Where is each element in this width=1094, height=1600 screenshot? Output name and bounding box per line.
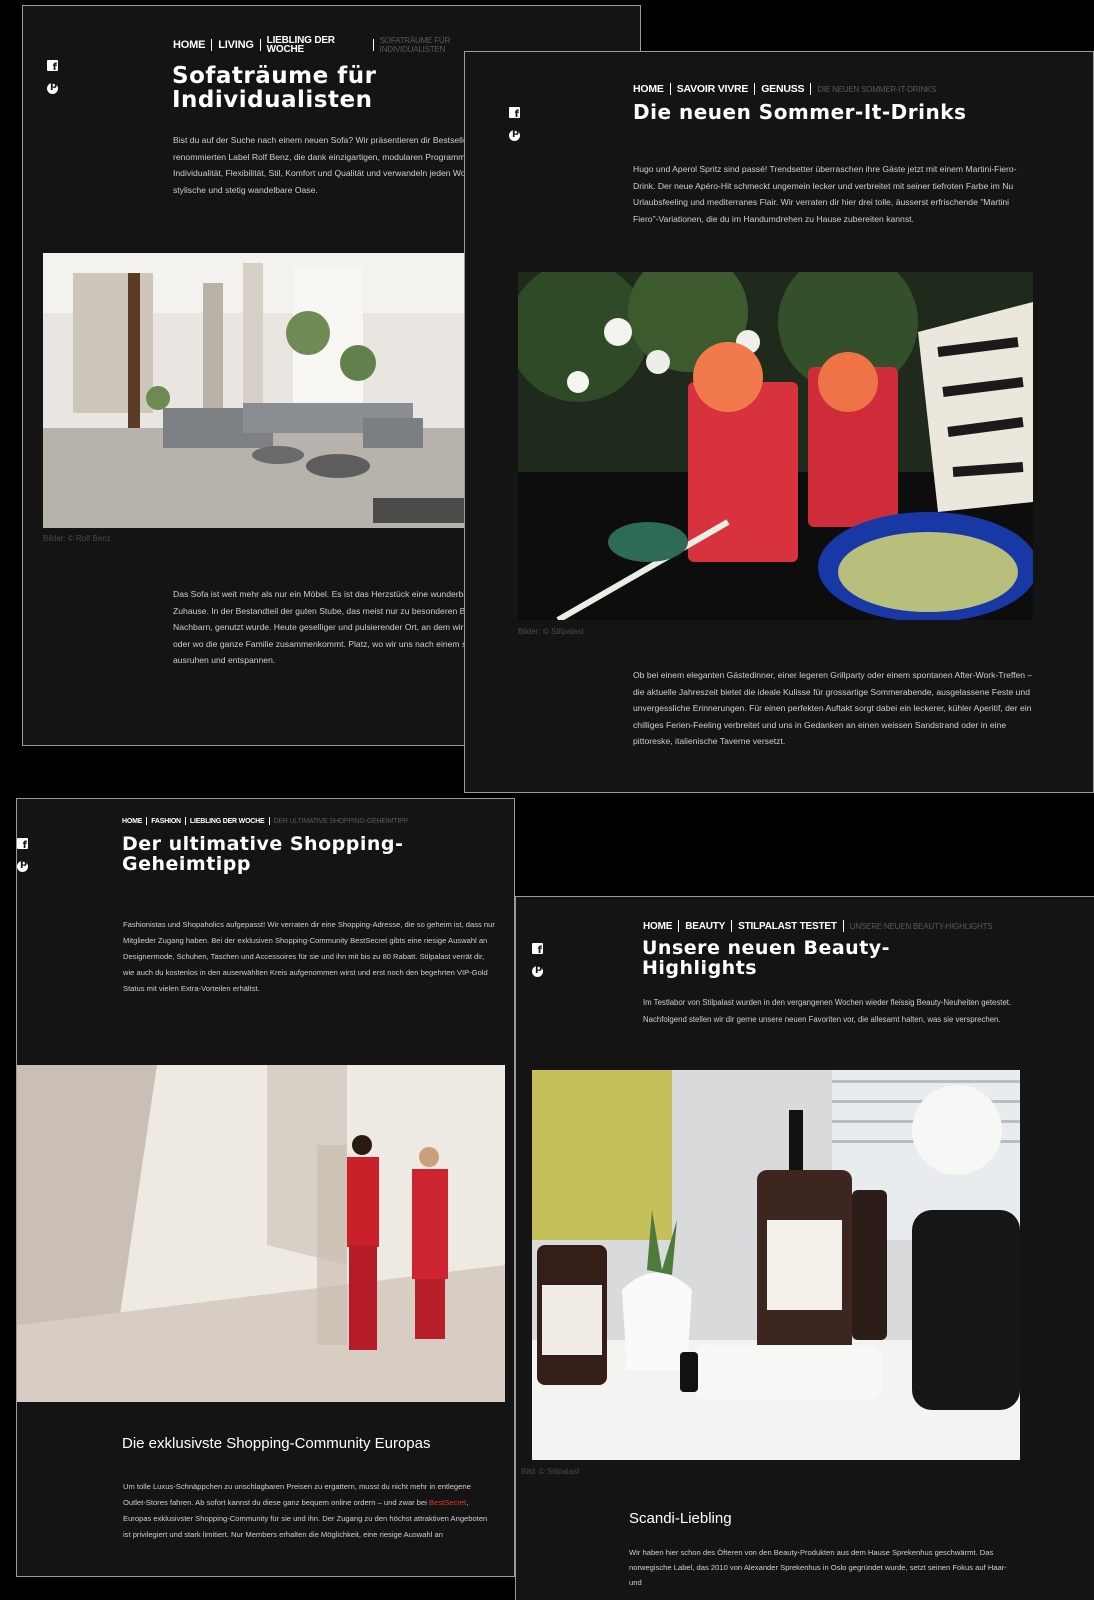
body-text-part: Um tolle Luxus-Schnäppchen zu unschlagba…	[123, 1482, 471, 1507]
body-text: Um tolle Luxus-Schnäppchen zu unschlagba…	[123, 1479, 495, 1543]
pinterest-icon[interactable]	[532, 963, 543, 977]
breadcrumb-liebling[interactable]: LIEBLING DER WOCHE	[190, 818, 265, 825]
pinterest-icon[interactable]	[47, 80, 58, 94]
article-panel-drinks: HOME SAVOIR VIVRE GENUSS DIE NEUEN SOMME…	[464, 51, 1094, 793]
breadcrumb-stilpalast-testet[interactable]: STILPALAST TESTET	[738, 921, 837, 932]
breadcrumb-home[interactable]: HOME	[173, 39, 205, 51]
breadcrumb-home[interactable]: HOME	[633, 83, 664, 95]
intro-text: Im Testlabor von Stilpalast wurden in de…	[643, 998, 1012, 1024]
breadcrumb: HOME FASHION LIEBLING DER WOCHE DER ULTI…	[122, 817, 408, 825]
page-title: Unsere neuen Beauty-Highlights	[642, 937, 891, 979]
facebook-icon[interactable]	[509, 107, 520, 120]
page-title: Die neuen Sommer-It-Drinks	[633, 100, 967, 124]
article-panel-beauty: HOME BEAUTY STILPALAST TESTET UNSERE NEU…	[515, 896, 1094, 1600]
facebook-icon[interactable]	[47, 60, 58, 73]
bestsecret-link[interactable]: BestSecret	[429, 1498, 466, 1507]
article-panel-shopping: HOME FASHION LIEBLING DER WOCHE DER ULTI…	[16, 798, 515, 1577]
breadcrumb-current: UNSERE NEUEN BEAUTY-HIGHLIGHTS	[849, 921, 993, 931]
breadcrumb-genuss[interactable]: GENUSS	[761, 83, 804, 95]
breadcrumb-current: DIE NEUEN SOMMER-IT-DRINKS	[817, 84, 937, 94]
page-title: Sofaträume für Individualisten	[172, 63, 377, 114]
share-bar	[47, 60, 58, 94]
pinterest-icon[interactable]	[509, 127, 520, 141]
page-title: Der ultimative Shopping-Geheimtipp	[122, 833, 404, 875]
breadcrumb-fashion[interactable]: FASHION	[151, 818, 181, 825]
breadcrumb-beauty[interactable]: BEAUTY	[685, 921, 725, 932]
beauty-products-image	[532, 1070, 1020, 1460]
fashion-image	[17, 1065, 505, 1402]
breadcrumb: HOME SAVOIR VIVRE GENUSS DIE NEUEN SOMME…	[633, 83, 936, 95]
facebook-icon[interactable]	[17, 838, 28, 851]
breadcrumb-savoir-vivre[interactable]: SAVOIR VIVRE	[677, 83, 749, 95]
breadcrumb-home[interactable]: HOME	[122, 818, 142, 825]
body-text: Wir haben hier schon des Öfteren von den…	[629, 1548, 1007, 1587]
pinterest-icon[interactable]	[17, 858, 28, 872]
intro-text: Hugo und Aperol Spritz sind passé! Trend…	[633, 164, 1017, 224]
breadcrumb-home[interactable]: HOME	[643, 921, 672, 932]
section-heading: Die exklusivste Shopping-Community Europ…	[122, 1435, 431, 1452]
breadcrumb: HOME LIVING LIEBLING DER WOCHE SOFATRÄUM…	[173, 36, 490, 55]
body-text: Ob bei einem eleganten Gästedinner, eine…	[633, 670, 1033, 746]
breadcrumb-living[interactable]: LIVING	[218, 39, 254, 51]
share-bar	[532, 943, 543, 977]
image-credit: Bilder: © Stilpalast	[518, 627, 584, 636]
image-credit: Bilder: © Rolf Benz	[43, 534, 111, 543]
breadcrumb-liebling[interactable]: LIEBLING DER WOCHE	[267, 36, 343, 55]
breadcrumb-current: DER ULTIMATIVE SHOPPING-GEHEIMTIPP	[273, 817, 409, 825]
share-bar	[509, 107, 520, 141]
drinks-image	[518, 272, 1033, 620]
section-heading: Scandi-Liebling	[629, 1510, 732, 1527]
breadcrumb: HOME BEAUTY STILPALAST TESTET UNSERE NEU…	[643, 920, 993, 932]
share-bar	[17, 838, 28, 872]
sofa-image	[43, 253, 473, 528]
intro-text: Fashionistas und Shopaholics aufgepasst!…	[123, 920, 495, 993]
image-credit: Bild: © Stilpalast	[521, 1467, 580, 1476]
facebook-icon[interactable]	[532, 943, 543, 956]
